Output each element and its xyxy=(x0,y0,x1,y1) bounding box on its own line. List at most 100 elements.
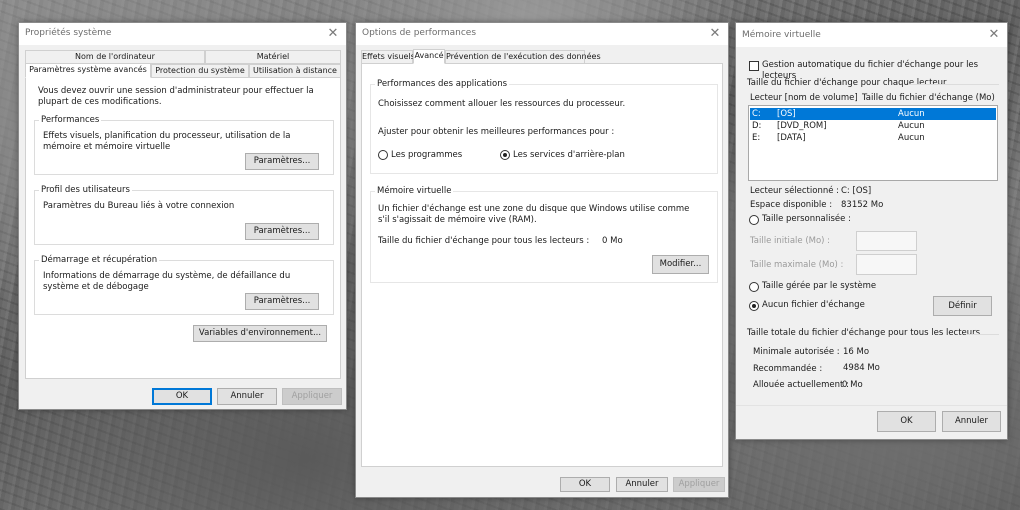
startup-recovery-group-label: Démarrage et récupération xyxy=(39,255,160,265)
tab-dep-label: Prévention de l'exécution des données xyxy=(446,52,601,61)
free-space-value: 83152 Mo xyxy=(841,200,884,210)
app-performance-label: Performances des applications xyxy=(375,79,510,89)
drive-row[interactable]: D: [DVD_ROM] Aucun xyxy=(750,120,996,132)
virtual-cancel-button[interactable]: Annuler xyxy=(942,411,1001,432)
system-properties-title: Propriétés système xyxy=(25,28,112,38)
virtual-memory-titlebar: Mémoire virtuelle ✕ xyxy=(736,23,1007,47)
recommended-label: Recommandée : xyxy=(753,364,823,374)
radio-custom-size[interactable] xyxy=(749,215,759,225)
performance-cancel-button[interactable]: Annuler xyxy=(616,477,668,492)
app-performance-group: Performances des applications Choisissez… xyxy=(370,79,718,174)
radio-no-paging-file-label: Aucun fichier d'échange xyxy=(762,300,865,310)
tab-remote[interactable]: Utilisation à distance xyxy=(249,64,341,78)
drive-letter: C: xyxy=(752,109,761,119)
col-drive-header: Lecteur [nom de volume] xyxy=(750,93,858,103)
system-apply-button[interactable]: Appliquer xyxy=(282,388,342,405)
performance-options-title: Options de performances xyxy=(362,28,477,38)
tab-advanced[interactable]: Avancé xyxy=(413,49,445,64)
drive-list[interactable]: C: [OS] Aucun D: [DVD_ROM] Aucun E: [DAT… xyxy=(748,105,998,181)
recommended-value: 4984 Mo xyxy=(843,363,880,373)
paging-size-label: Taille du fichier d'échange pour tous le… xyxy=(378,236,590,246)
drive-letter: D: xyxy=(752,121,762,131)
auto-manage-checkbox[interactable] xyxy=(749,61,759,71)
radio-programs-label: Les programmes xyxy=(391,150,463,160)
system-cancel-button[interactable]: Annuler xyxy=(217,388,277,405)
radio-background-services-label: Les services d'arrière-plan xyxy=(513,150,625,160)
tab-visual-effects-label: Effets visuels xyxy=(362,52,415,61)
user-profiles-group-label: Profil des utilisateurs xyxy=(39,185,132,195)
close-icon[interactable]: ✕ xyxy=(706,25,724,43)
radio-no-paging-file[interactable] xyxy=(749,301,759,311)
performance-apply-button[interactable]: Appliquer xyxy=(673,477,725,492)
user-profiles-settings-button[interactable]: Paramètres... xyxy=(245,223,319,240)
virtual-memory-dialog: Mémoire virtuelle ✕ Gestion automatique … xyxy=(735,22,1008,440)
performance-options-panel: Performances des applications Choisissez… xyxy=(361,63,723,467)
virtual-memory-label: Mémoire virtuelle xyxy=(375,186,454,196)
currently-allocated-value: 0 Mo xyxy=(842,380,863,390)
performance-ok-button[interactable]: OK xyxy=(560,477,610,492)
currently-allocated-label: Allouée actuellement : xyxy=(753,380,849,390)
drive-row[interactable]: C: [OS] Aucun xyxy=(750,108,996,120)
radio-system-managed-label: Taille gérée par le système xyxy=(762,281,877,291)
virtual-memory-desc: Un fichier d'échange est une zone du dis… xyxy=(378,204,690,225)
virtual-memory-group: Mémoire virtuelle Un fichier d'échange e… xyxy=(370,186,718,283)
performance-settings-button[interactable]: Paramètres... xyxy=(245,153,319,170)
tab-system-protection[interactable]: Protection du système xyxy=(151,64,249,78)
drive-size: Aucun xyxy=(898,133,925,143)
environment-variables-button[interactable]: Variables d'environnement... xyxy=(193,325,327,342)
tab-hardware-label: Matériel xyxy=(256,52,290,61)
virtual-ok-button[interactable]: OK xyxy=(877,411,936,432)
admin-note: Vous devez ouvrir une session d'administ… xyxy=(38,86,314,107)
selected-drive-label: Lecteur sélectionné : xyxy=(750,186,840,196)
tab-remote-label: Utilisation à distance xyxy=(253,66,337,75)
tab-computer-name-label: Nom de l'ordinateur xyxy=(75,52,155,61)
tab-protection-label: Protection du système xyxy=(155,66,245,75)
total-size-separator xyxy=(968,334,999,335)
close-icon[interactable]: ✕ xyxy=(324,25,342,43)
startup-recovery-desc: Informations de démarrage du système, de… xyxy=(43,271,291,292)
drive-name: [DVD_ROM] xyxy=(777,121,827,131)
modify-button[interactable]: Modifier... xyxy=(652,255,709,274)
drive-size: Aucun xyxy=(898,109,925,119)
total-size-label: Taille totale du fichier d'échange pour … xyxy=(747,328,981,338)
set-button[interactable]: Définir xyxy=(933,296,992,316)
app-performance-desc: Choisissez comment allouer les ressource… xyxy=(378,99,626,109)
tab-advanced-system-settings[interactable]: Paramètres système avancés xyxy=(25,63,151,78)
system-ok-button[interactable]: OK xyxy=(152,388,212,405)
adjust-for-label: Ajuster pour obtenir les meilleures perf… xyxy=(378,127,615,137)
startup-recovery-group: Démarrage et récupération Informations d… xyxy=(34,255,334,315)
tab-visual-effects[interactable]: Effets visuels xyxy=(361,50,415,64)
free-space-label: Espace disponible : xyxy=(750,200,833,210)
footer-separator xyxy=(736,405,1007,406)
performance-desc: Effets visuels, planification du process… xyxy=(43,131,291,152)
user-profiles-desc: Paramètres du Bureau liés à votre connex… xyxy=(43,201,235,211)
drive-letter: E: xyxy=(752,133,761,143)
initial-size-label: Taille initiale (Mo) : xyxy=(750,236,831,246)
radio-system-managed[interactable] xyxy=(749,282,759,292)
tab-hardware[interactable]: Matériel xyxy=(205,50,341,64)
initial-size-input[interactable] xyxy=(856,231,917,251)
startup-recovery-settings-button[interactable]: Paramètres... xyxy=(245,293,319,310)
system-properties-titlebar: Propriétés système ✕ xyxy=(19,23,346,45)
per-drive-separator xyxy=(908,84,999,85)
performance-options-titlebar: Options de performances ✕ xyxy=(356,23,728,45)
min-allowed-label: Minimale autorisée : xyxy=(753,347,840,357)
radio-programs[interactable] xyxy=(378,150,388,160)
performance-options-dialog: Options de performances ✕ Effets visuels… xyxy=(355,22,729,498)
tab-advanced-label: Paramètres système avancés xyxy=(29,65,147,74)
virtual-memory-title: Mémoire virtuelle xyxy=(742,30,821,40)
radio-background-services[interactable] xyxy=(500,150,510,160)
drive-row[interactable]: E: [DATA] Aucun xyxy=(750,132,996,144)
col-size-header: Taille du fichier d'échange (Mo) xyxy=(862,93,995,103)
tab-advanced-label: Avancé xyxy=(414,51,444,60)
tab-dep[interactable]: Prévention de l'exécution des données xyxy=(445,50,601,64)
system-properties-panel: Vous devez ouvrir une session d'administ… xyxy=(25,77,341,379)
performance-group: Performances Effets visuels, planificati… xyxy=(34,115,334,175)
close-icon[interactable]: ✕ xyxy=(985,26,1003,44)
max-size-input[interactable] xyxy=(856,254,917,275)
drive-size: Aucun xyxy=(898,121,925,131)
min-allowed-value: 16 Mo xyxy=(843,347,870,357)
tab-computer-name[interactable]: Nom de l'ordinateur xyxy=(25,50,205,64)
performance-group-label: Performances xyxy=(39,115,102,125)
max-size-label: Taille maximale (Mo) : xyxy=(750,260,844,270)
